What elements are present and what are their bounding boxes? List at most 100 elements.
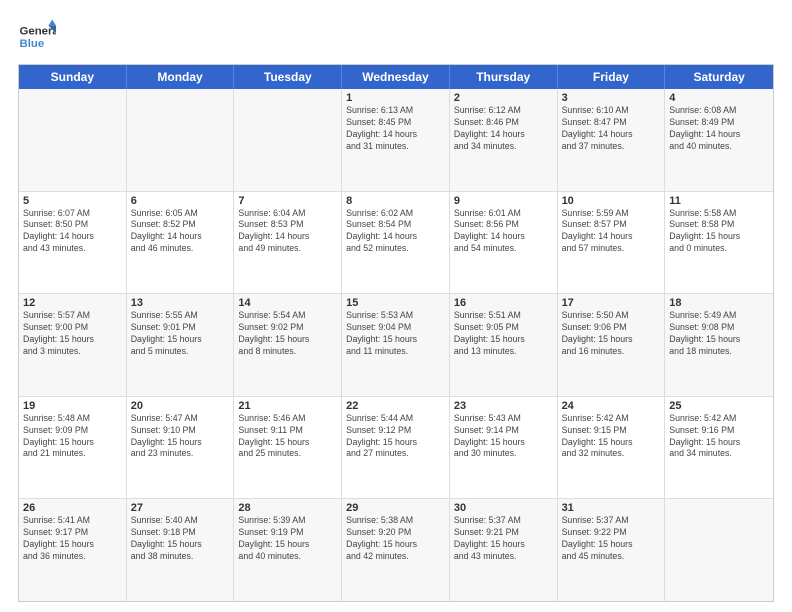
calendar-day-20: 20Sunrise: 5:47 AMSunset: 9:10 PMDayligh… — [127, 397, 235, 499]
calendar-day-1: 1Sunrise: 6:13 AMSunset: 8:45 PMDaylight… — [342, 89, 450, 191]
calendar-day-22: 22Sunrise: 5:44 AMSunset: 9:12 PMDayligh… — [342, 397, 450, 499]
day-info: Sunrise: 6:05 AMSunset: 8:52 PMDaylight:… — [131, 208, 230, 256]
day-number: 16 — [454, 297, 553, 309]
calendar-day-13: 13Sunrise: 5:55 AMSunset: 9:01 PMDayligh… — [127, 294, 235, 396]
day-info: Sunrise: 6:04 AMSunset: 8:53 PMDaylight:… — [238, 208, 337, 256]
day-number: 17 — [562, 297, 661, 309]
day-number: 20 — [131, 400, 230, 412]
day-info: Sunrise: 5:48 AMSunset: 9:09 PMDaylight:… — [23, 413, 122, 461]
day-info: Sunrise: 5:38 AMSunset: 9:20 PMDaylight:… — [346, 515, 445, 563]
calendar-day-24: 24Sunrise: 5:42 AMSunset: 9:15 PMDayligh… — [558, 397, 666, 499]
day-number: 28 — [238, 502, 337, 514]
day-number: 7 — [238, 195, 337, 207]
day-number: 12 — [23, 297, 122, 309]
calendar-day-17: 17Sunrise: 5:50 AMSunset: 9:06 PMDayligh… — [558, 294, 666, 396]
day-info: Sunrise: 5:57 AMSunset: 9:00 PMDaylight:… — [23, 310, 122, 358]
day-info: Sunrise: 6:02 AMSunset: 8:54 PMDaylight:… — [346, 208, 445, 256]
calendar-day-19: 19Sunrise: 5:48 AMSunset: 9:09 PMDayligh… — [19, 397, 127, 499]
day-info: Sunrise: 5:40 AMSunset: 9:18 PMDaylight:… — [131, 515, 230, 563]
day-info: Sunrise: 5:46 AMSunset: 9:11 PMDaylight:… — [238, 413, 337, 461]
calendar-day-28: 28Sunrise: 5:39 AMSunset: 9:19 PMDayligh… — [234, 499, 342, 601]
day-header-wednesday: Wednesday — [342, 65, 450, 89]
calendar-day-empty — [234, 89, 342, 191]
day-info: Sunrise: 5:55 AMSunset: 9:01 PMDaylight:… — [131, 310, 230, 358]
calendar-day-12: 12Sunrise: 5:57 AMSunset: 9:00 PMDayligh… — [19, 294, 127, 396]
day-header-monday: Monday — [127, 65, 235, 89]
header: General Blue — [18, 18, 774, 56]
day-number: 31 — [562, 502, 661, 514]
day-number: 23 — [454, 400, 553, 412]
day-info: Sunrise: 5:54 AMSunset: 9:02 PMDaylight:… — [238, 310, 337, 358]
day-info: Sunrise: 6:12 AMSunset: 8:46 PMDaylight:… — [454, 105, 553, 153]
calendar-day-26: 26Sunrise: 5:41 AMSunset: 9:17 PMDayligh… — [19, 499, 127, 601]
day-info: Sunrise: 6:07 AMSunset: 8:50 PMDaylight:… — [23, 208, 122, 256]
day-info: Sunrise: 5:39 AMSunset: 9:19 PMDaylight:… — [238, 515, 337, 563]
calendar-day-empty — [665, 499, 773, 601]
day-number: 25 — [669, 400, 769, 412]
calendar-day-14: 14Sunrise: 5:54 AMSunset: 9:02 PMDayligh… — [234, 294, 342, 396]
calendar-day-4: 4Sunrise: 6:08 AMSunset: 8:49 PMDaylight… — [665, 89, 773, 191]
day-info: Sunrise: 5:42 AMSunset: 9:15 PMDaylight:… — [562, 413, 661, 461]
calendar-week-1: 1Sunrise: 6:13 AMSunset: 8:45 PMDaylight… — [19, 89, 773, 192]
calendar-day-empty — [127, 89, 235, 191]
calendar-week-5: 26Sunrise: 5:41 AMSunset: 9:17 PMDayligh… — [19, 499, 773, 601]
day-info: Sunrise: 5:50 AMSunset: 9:06 PMDaylight:… — [562, 310, 661, 358]
day-number: 19 — [23, 400, 122, 412]
day-info: Sunrise: 6:08 AMSunset: 8:49 PMDaylight:… — [669, 105, 769, 153]
day-number: 8 — [346, 195, 445, 207]
day-info: Sunrise: 6:10 AMSunset: 8:47 PMDaylight:… — [562, 105, 661, 153]
calendar-day-23: 23Sunrise: 5:43 AMSunset: 9:14 PMDayligh… — [450, 397, 558, 499]
day-info: Sunrise: 5:41 AMSunset: 9:17 PMDaylight:… — [23, 515, 122, 563]
calendar-day-9: 9Sunrise: 6:01 AMSunset: 8:56 PMDaylight… — [450, 192, 558, 294]
day-info: Sunrise: 5:44 AMSunset: 9:12 PMDaylight:… — [346, 413, 445, 461]
day-info: Sunrise: 5:51 AMSunset: 9:05 PMDaylight:… — [454, 310, 553, 358]
day-info: Sunrise: 6:01 AMSunset: 8:56 PMDaylight:… — [454, 208, 553, 256]
day-info: Sunrise: 5:49 AMSunset: 9:08 PMDaylight:… — [669, 310, 769, 358]
page: General Blue SundayMondayTuesdayWednesda… — [0, 0, 792, 612]
calendar-day-empty — [19, 89, 127, 191]
calendar-day-3: 3Sunrise: 6:10 AMSunset: 8:47 PMDaylight… — [558, 89, 666, 191]
day-info: Sunrise: 5:47 AMSunset: 9:10 PMDaylight:… — [131, 413, 230, 461]
day-number: 3 — [562, 92, 661, 104]
calendar-day-8: 8Sunrise: 6:02 AMSunset: 8:54 PMDaylight… — [342, 192, 450, 294]
calendar-day-16: 16Sunrise: 5:51 AMSunset: 9:05 PMDayligh… — [450, 294, 558, 396]
day-info: Sunrise: 5:58 AMSunset: 8:58 PMDaylight:… — [669, 208, 769, 256]
day-header-saturday: Saturday — [665, 65, 773, 89]
calendar-day-27: 27Sunrise: 5:40 AMSunset: 9:18 PMDayligh… — [127, 499, 235, 601]
calendar-week-4: 19Sunrise: 5:48 AMSunset: 9:09 PMDayligh… — [19, 397, 773, 500]
day-header-thursday: Thursday — [450, 65, 558, 89]
day-info: Sunrise: 5:43 AMSunset: 9:14 PMDaylight:… — [454, 413, 553, 461]
day-number: 10 — [562, 195, 661, 207]
day-number: 27 — [131, 502, 230, 514]
day-number: 24 — [562, 400, 661, 412]
day-info: Sunrise: 5:37 AMSunset: 9:22 PMDaylight:… — [562, 515, 661, 563]
calendar-body: 1Sunrise: 6:13 AMSunset: 8:45 PMDaylight… — [19, 89, 773, 601]
day-number: 13 — [131, 297, 230, 309]
day-header-sunday: Sunday — [19, 65, 127, 89]
day-number: 30 — [454, 502, 553, 514]
calendar-day-15: 15Sunrise: 5:53 AMSunset: 9:04 PMDayligh… — [342, 294, 450, 396]
calendar-week-3: 12Sunrise: 5:57 AMSunset: 9:00 PMDayligh… — [19, 294, 773, 397]
calendar-day-29: 29Sunrise: 5:38 AMSunset: 9:20 PMDayligh… — [342, 499, 450, 601]
day-number: 18 — [669, 297, 769, 309]
calendar-day-18: 18Sunrise: 5:49 AMSunset: 9:08 PMDayligh… — [665, 294, 773, 396]
day-info: Sunrise: 5:59 AMSunset: 8:57 PMDaylight:… — [562, 208, 661, 256]
calendar-header: SundayMondayTuesdayWednesdayThursdayFrid… — [19, 65, 773, 89]
day-number: 6 — [131, 195, 230, 207]
day-number: 2 — [454, 92, 553, 104]
logo: General Blue — [18, 18, 56, 56]
day-number: 4 — [669, 92, 769, 104]
calendar-day-11: 11Sunrise: 5:58 AMSunset: 8:58 PMDayligh… — [665, 192, 773, 294]
calendar-day-31: 31Sunrise: 5:37 AMSunset: 9:22 PMDayligh… — [558, 499, 666, 601]
day-number: 21 — [238, 400, 337, 412]
calendar: SundayMondayTuesdayWednesdayThursdayFrid… — [18, 64, 774, 602]
day-number: 29 — [346, 502, 445, 514]
day-info: Sunrise: 5:37 AMSunset: 9:21 PMDaylight:… — [454, 515, 553, 563]
calendar-day-25: 25Sunrise: 5:42 AMSunset: 9:16 PMDayligh… — [665, 397, 773, 499]
day-number: 22 — [346, 400, 445, 412]
calendar-day-7: 7Sunrise: 6:04 AMSunset: 8:53 PMDaylight… — [234, 192, 342, 294]
day-header-tuesday: Tuesday — [234, 65, 342, 89]
logo-icon: General Blue — [18, 18, 56, 56]
day-info: Sunrise: 6:13 AMSunset: 8:45 PMDaylight:… — [346, 105, 445, 153]
calendar-week-2: 5Sunrise: 6:07 AMSunset: 8:50 PMDaylight… — [19, 192, 773, 295]
